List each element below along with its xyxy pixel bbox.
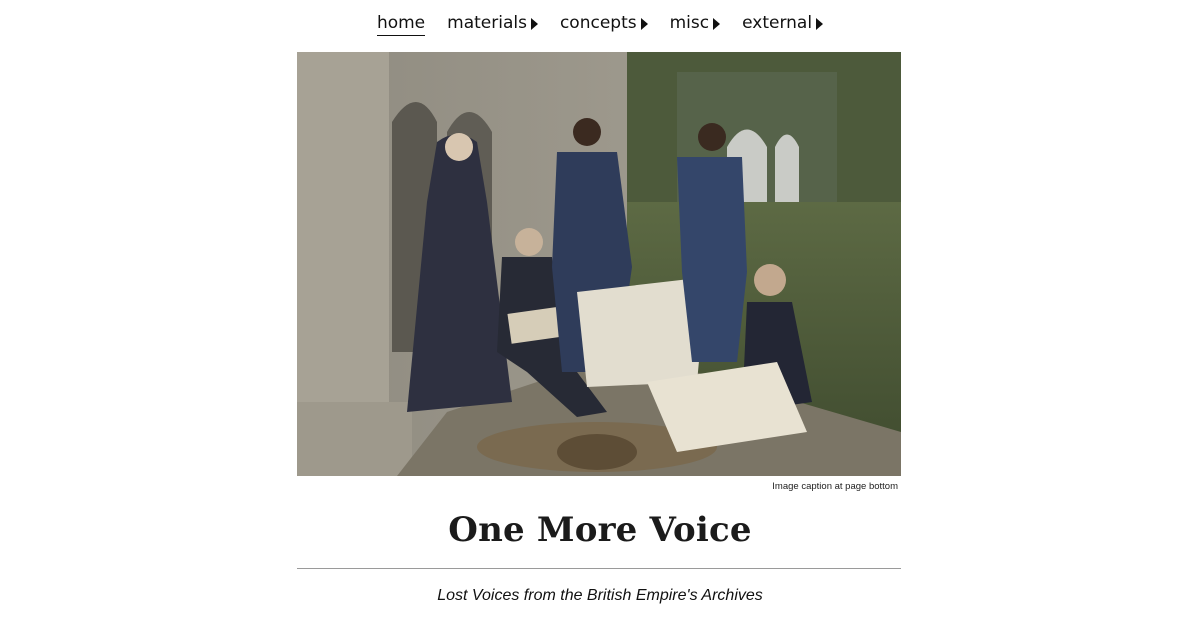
nav-item-label: materials — [447, 13, 527, 33]
nav-item-home[interactable]: home — [376, 12, 426, 36]
caret-right-icon — [640, 17, 648, 30]
nav-item-materials[interactable]: materials — [447, 13, 538, 35]
hero-photo — [297, 52, 901, 476]
page-subtitle: Lost Voices from the British Empire's Ar… — [437, 587, 763, 604]
nav-item-label: misc — [669, 13, 710, 33]
page-title: One More Voice — [448, 510, 752, 550]
main-nav: home materials concepts misc external — [0, 8, 1200, 40]
nav-item-concepts[interactable]: concepts — [560, 13, 648, 35]
title-divider — [297, 568, 901, 569]
caret-right-icon — [713, 17, 721, 30]
nav-item-label: external — [742, 13, 813, 33]
nav-item-misc[interactable]: misc — [670, 13, 721, 35]
caret-right-icon — [816, 17, 824, 30]
nav-item-external[interactable]: external — [742, 13, 824, 35]
caret-right-icon — [530, 17, 538, 30]
hero-image — [297, 52, 901, 476]
nav-item-label: home — [376, 12, 426, 33]
nav-item-label: concepts — [559, 13, 637, 33]
image-caption: Image caption at page bottom — [772, 481, 898, 492]
